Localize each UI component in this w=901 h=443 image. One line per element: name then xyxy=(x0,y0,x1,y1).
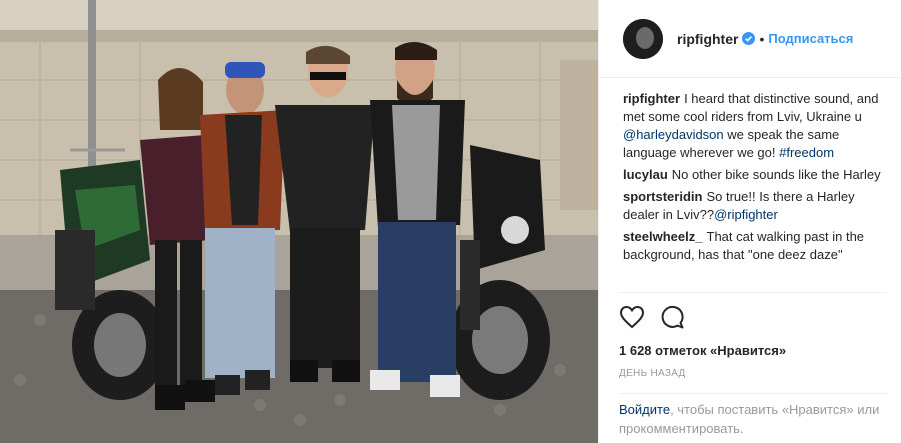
login-prompt: Войдите, чтобы поставить «Нравится» или … xyxy=(619,393,887,438)
mention-link[interactable]: @harleydavidson xyxy=(623,127,724,142)
likes-count[interactable]: 1 628 отметок «Нравится» xyxy=(619,343,887,358)
hashtag-link[interactable]: #freedom xyxy=(779,145,834,160)
post-header: ripfighter • Подписаться xyxy=(599,0,901,78)
caption-comment: ripfighter I heard that distinctive sound… xyxy=(623,90,891,162)
heart-icon[interactable] xyxy=(619,305,645,329)
speech-bubble-icon[interactable] xyxy=(659,304,685,330)
follow-button[interactable]: Подписаться xyxy=(768,31,853,46)
comment-username[interactable]: sportsteridin xyxy=(623,189,702,204)
comment-username[interactable]: ripfighter xyxy=(623,91,680,106)
comment-username[interactable]: lucylau xyxy=(623,167,668,182)
post-username[interactable]: ripfighter xyxy=(677,31,738,47)
comments-list: ripfighter I heard that distinctive sound… xyxy=(623,90,891,290)
action-icons xyxy=(619,303,887,331)
comment-item: steelwheelz_ That cat walking past in the… xyxy=(623,228,891,264)
mention-link[interactable]: @ripfighter xyxy=(714,207,778,222)
comment-item: lucylau No other bike sounds like the Har… xyxy=(623,166,891,184)
post-actions: 1 628 отметок «Нравится» ДЕНЬ НАЗАД xyxy=(619,292,887,379)
post-side-panel: ripfighter • Подписаться ripfighter I hea… xyxy=(598,0,901,443)
photo-illustration xyxy=(0,0,598,443)
separator-dot: • xyxy=(759,30,765,47)
post-timestamp: ДЕНЬ НАЗАД xyxy=(619,368,686,379)
avatar-image xyxy=(623,18,663,59)
comment-text: No other bike sounds like the Harley xyxy=(671,167,881,182)
verified-badge-icon xyxy=(742,32,756,45)
post-photo[interactable] xyxy=(0,0,598,443)
comment-item: sportsteridin So true!! Is there a Harley… xyxy=(623,188,891,224)
login-link[interactable]: Войдите xyxy=(619,402,670,417)
avatar[interactable] xyxy=(623,18,663,59)
comment-username[interactable]: steelwheelz_ xyxy=(623,229,703,244)
